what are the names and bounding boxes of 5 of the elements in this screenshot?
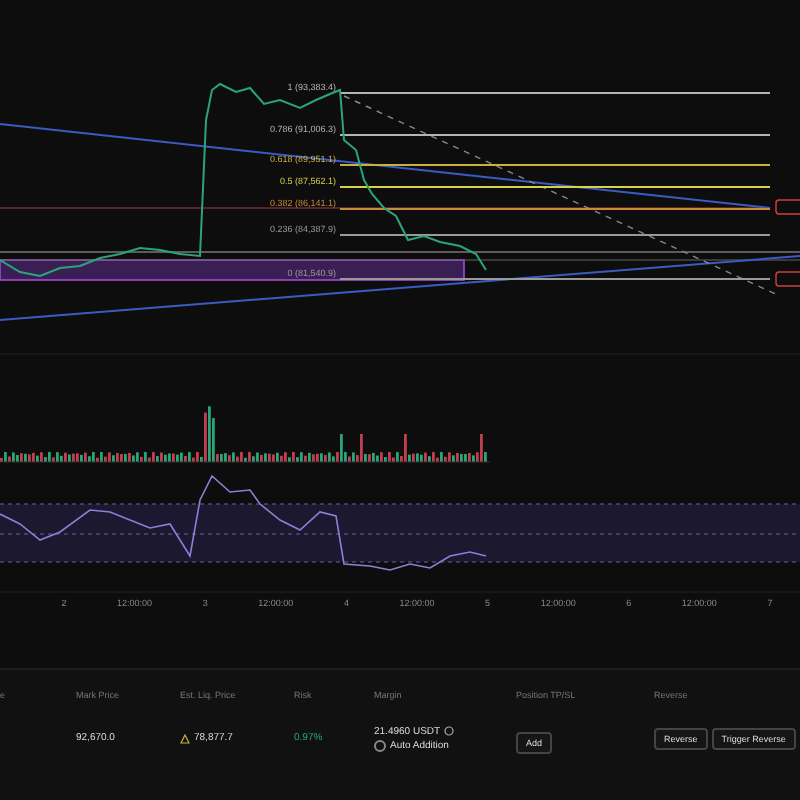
edit-icon[interactable] (444, 726, 455, 736)
price-tag (775, 271, 800, 287)
auto-addition-checkbox[interactable] (374, 739, 386, 751)
price-tag (775, 199, 800, 215)
warning-icon (180, 733, 190, 743)
